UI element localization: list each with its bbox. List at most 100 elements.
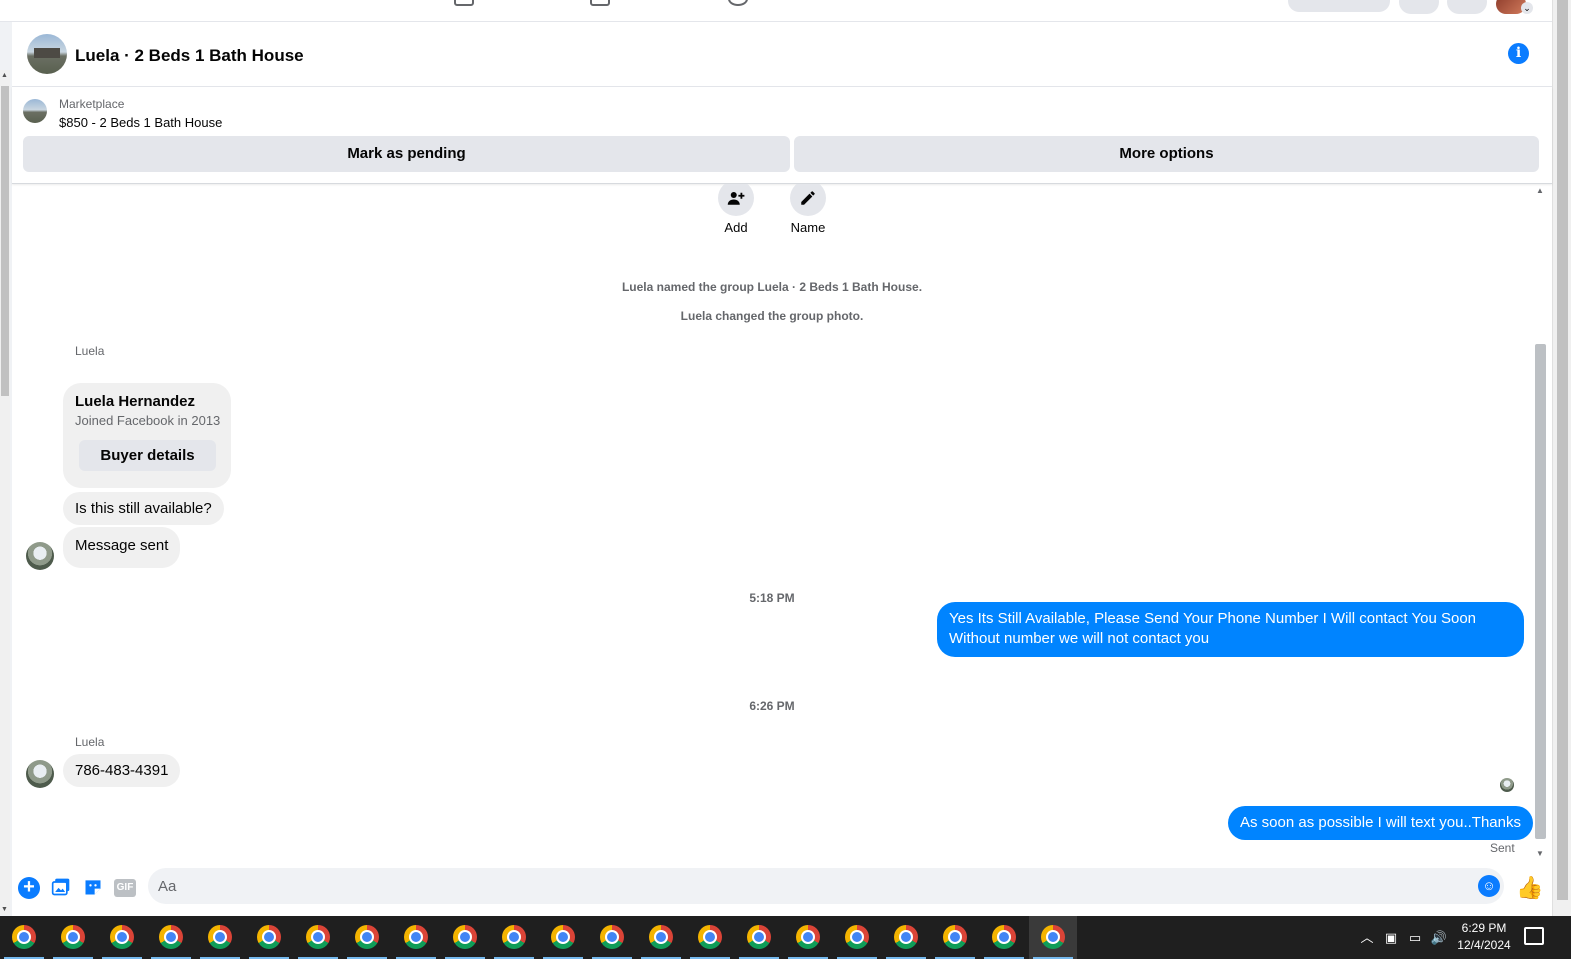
taskbar-app-chrome[interactable] — [490, 916, 538, 959]
message-bubble-outgoing[interactable]: Yes Its Still Available, Please Send You… — [937, 602, 1524, 657]
taskbar-app-chrome[interactable] — [98, 916, 146, 959]
chrome-icon — [600, 925, 624, 949]
chat-header: Luela · 2 Beds 1 Bath House i — [12, 22, 1552, 87]
chevron-down-icon[interactable]: ⌄ — [1521, 2, 1533, 14]
clock-date: 12/4/2024 — [1457, 938, 1511, 952]
clock-time: 6:29 PM — [1461, 921, 1507, 935]
left-scrollbar[interactable]: ▲ ▼ — [0, 70, 10, 915]
sticker-icon-svg — [85, 880, 101, 895]
group-avatar[interactable] — [27, 34, 67, 74]
meet-now-icon[interactable]: ▣ — [1382, 916, 1400, 959]
groups-nav-icon[interactable] — [590, 0, 610, 6]
menu-grid-icon[interactable] — [1399, 0, 1439, 14]
taskbar-app-chrome[interactable] — [294, 916, 342, 959]
gaming-nav-icon[interactable] — [728, 0, 748, 6]
buyer-details-button[interactable]: Buyer details — [79, 440, 216, 471]
message-bubble-outgoing[interactable]: As soon as possible I will text you..Tha… — [1228, 806, 1533, 840]
plus-icon[interactable]: + — [18, 877, 40, 899]
emoji-icon[interactable]: ☺ — [1478, 875, 1500, 897]
system-message: Luela named the group Luela · 2 Beds 1 B… — [621, 280, 923, 294]
nav-search-pill[interactable] — [1288, 0, 1390, 12]
scroll-down-arrow-icon[interactable]: ▼ — [1, 906, 8, 913]
chrome-icon — [796, 925, 820, 949]
taskbar-app-chrome[interactable] — [1029, 916, 1077, 959]
composer: + GIF ☺ 👍 — [12, 868, 1552, 916]
volume-icon[interactable]: 🔊 — [1430, 916, 1448, 959]
scroll-up-arrow-icon[interactable]: ▲ — [1536, 186, 1544, 195]
add-person-button[interactable] — [718, 184, 754, 216]
listing-label: Marketplace — [59, 97, 125, 111]
window-scroll-thumb[interactable] — [1557, 0, 1568, 900]
taskbar-app-chrome[interactable] — [588, 916, 636, 959]
window-scrollbar[interactable] — [1552, 0, 1571, 916]
chrome-icon — [649, 925, 673, 949]
marketplace-nav-icon[interactable] — [454, 0, 474, 6]
thumbs-up-icon[interactable]: 👍 — [1516, 875, 1543, 901]
scroll-up-arrow-icon[interactable]: ▲ — [1, 72, 8, 79]
sender-avatar[interactable] — [26, 760, 54, 788]
sender-name: Luela — [75, 735, 105, 749]
chat-title[interactable]: Luela · 2 Beds 1 Bath House — [75, 46, 304, 66]
taskbar-clock[interactable]: 6:29 PM 12/4/2024 — [1450, 920, 1518, 954]
message-input[interactable] — [158, 868, 1458, 904]
taskbar-app-chrome[interactable] — [343, 916, 391, 959]
chat-panel: Luela · 2 Beds 1 Bath House i Marketplac… — [12, 22, 1552, 916]
taskbar-app-chrome[interactable] — [882, 916, 930, 959]
photo-icon-svg — [51, 878, 70, 896]
taskbar-app-chrome[interactable] — [539, 916, 587, 959]
delivery-status: Sent — [1490, 841, 1515, 855]
sender-name: Luela — [75, 344, 105, 358]
chrome-icon — [894, 925, 918, 949]
message-input-box[interactable]: ☺ — [148, 868, 1504, 904]
facebook-top-nav: ⌄ — [0, 0, 1552, 22]
taskbar-app-chrome[interactable] — [0, 916, 48, 959]
taskbar-app-chrome[interactable] — [441, 916, 489, 959]
mark-as-pending-button[interactable]: Mark as pending — [23, 136, 790, 172]
chrome-icon — [110, 925, 134, 949]
network-icon[interactable]: ▭ — [1406, 916, 1424, 959]
gif-icon[interactable]: GIF — [114, 879, 136, 897]
chrome-icon — [747, 925, 771, 949]
message-bubble-incoming[interactable]: Message sent — [63, 527, 181, 568]
scroll-down-arrow-icon[interactable]: ▼ — [1536, 849, 1544, 858]
taskbar-app-chrome[interactable] — [637, 916, 685, 959]
chrome-icon — [404, 925, 428, 949]
message-bubble-incoming[interactable]: Is this still available? — [63, 492, 224, 525]
sender-avatar[interactable] — [26, 542, 54, 570]
chrome-icon — [306, 925, 330, 949]
taskbar-app-chrome[interactable] — [196, 916, 244, 959]
listing-title[interactable]: $850 - 2 Beds 1 Bath House — [59, 115, 222, 130]
taskbar-app-chrome[interactable] — [980, 916, 1028, 959]
more-options-button[interactable]: More options — [794, 136, 1539, 172]
buyer-card: Luela Hernandez Joined Facebook in 2013 … — [63, 383, 231, 488]
taskbar-app-chrome[interactable] — [392, 916, 440, 959]
chrome-icon — [61, 925, 85, 949]
sticker-icon[interactable] — [82, 877, 104, 899]
scroll-thumb[interactable] — [1, 86, 9, 396]
message-bubble-incoming[interactable]: 786-483-4391 — [63, 754, 181, 787]
add-label: Add — [724, 220, 748, 235]
messenger-nav-icon[interactable] — [1447, 0, 1487, 14]
chrome-icon — [208, 925, 232, 949]
photo-icon[interactable] — [50, 877, 72, 899]
info-icon[interactable]: i — [1508, 43, 1529, 64]
taskbar-app-chrome[interactable] — [833, 916, 881, 959]
taskbar-app-chrome[interactable] — [147, 916, 195, 959]
notification-icon[interactable] — [1524, 927, 1544, 945]
name-button[interactable] — [790, 184, 826, 216]
pencil-icon — [801, 191, 815, 205]
chrome-icon — [12, 925, 36, 949]
taskbar-app-chrome[interactable] — [686, 916, 734, 959]
taskbar-app-chrome[interactable] — [784, 916, 832, 959]
message-scrollbar[interactable]: ▲ ▼ — [1533, 184, 1548, 858]
taskbar-app-chrome[interactable] — [245, 916, 293, 959]
message-scroll-thumb[interactable] — [1535, 344, 1546, 839]
taskbar-app-chrome[interactable] — [49, 916, 97, 959]
tray-chevron-up-icon[interactable]: ︿ — [1358, 916, 1376, 959]
taskbar-app-chrome[interactable] — [735, 916, 783, 959]
screen: ⌄ ▲ ▼ Luela · 2 Beds 1 Bath House i Mark… — [0, 0, 1571, 959]
taskbar-app-chrome[interactable] — [931, 916, 979, 959]
listing-thumbnail[interactable] — [23, 99, 47, 123]
listing-bar: Marketplace $850 - 2 Beds 1 Bath House M… — [12, 87, 1552, 184]
chrome-icon — [698, 925, 722, 949]
